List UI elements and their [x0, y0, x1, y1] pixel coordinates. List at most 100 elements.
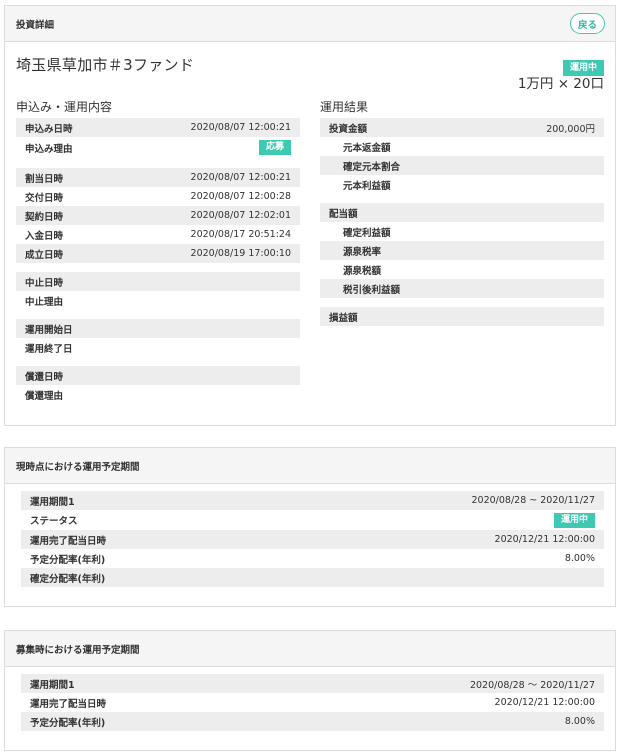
- table-row: 元本返金額: [320, 137, 604, 156]
- card-title: 現時点における運用予定期間: [16, 461, 140, 473]
- table-row: 償還理由: [16, 385, 300, 404]
- row-label: 予定分配率(年利): [30, 717, 106, 729]
- table-row: 予定分配率(年利) 8.00%: [21, 712, 604, 731]
- card-title: 募集時における運用予定期間: [16, 644, 140, 656]
- current-plan-header: 現時点における運用予定期間: [5, 448, 615, 484]
- table-row: 入金日時 2020/08/17 20:51:24: [16, 225, 300, 244]
- row-value: 2020/08/07 12:00:28: [190, 191, 291, 202]
- row-label: 予定分配率(年利): [30, 554, 106, 566]
- row-value: 2020/08/28 ~ 2020/11/27: [471, 495, 595, 506]
- table-row: 契約日時 2020/08/07 12:02:01: [16, 206, 300, 225]
- row-label: 源泉税率: [343, 246, 382, 258]
- table-row: 確定利益額: [320, 222, 604, 241]
- table-row: 予定分配率(年利) 8.00%: [21, 549, 604, 568]
- back-button[interactable]: 戻る: [569, 13, 605, 34]
- table-row: 中止理由: [16, 291, 300, 310]
- units-text: 1万円 × 20口: [517, 76, 604, 92]
- table-row: 配当額: [320, 203, 604, 222]
- table-row: 運用終了日: [16, 338, 300, 357]
- row-label: 運用完了配当日時: [30, 698, 107, 710]
- row-value: 2020/08/07 12:00:21: [190, 122, 291, 133]
- row-value: 2020/08/19 17:00:10: [190, 248, 291, 259]
- row-label: 確定元本割合: [343, 161, 401, 173]
- table-row: 交付日時 2020/08/07 12:00:28: [16, 187, 300, 206]
- recruit-plan-card: 募集時における運用予定期間 運用期間1 2020/08/28 〜 2020/11…: [4, 630, 616, 751]
- row-value: 2020/08/17 20:51:24: [190, 229, 291, 240]
- result-table: 投資金額 200,000円 元本返金額 確定元本割合 元本利益額 配当額 確定利…: [320, 118, 604, 326]
- table-row: 運用期間1 2020/08/28 ~ 2020/11/27: [21, 491, 604, 510]
- row-value: 2020/08/28 〜 2020/11/27: [469, 679, 595, 691]
- row-label: 元本利益額: [343, 180, 391, 192]
- table-row: 税引後利益額: [320, 279, 604, 298]
- reason-badge: 応募: [258, 140, 291, 155]
- row-label: 配当額: [329, 208, 358, 220]
- investment-detail-card: 投資詳細 戻る 埼玉県草加市＃3ファンド 運用中 1万円 × 20口 申込み・運…: [4, 5, 616, 426]
- table-row: 運用開始日: [16, 319, 300, 338]
- status-badge: 運用中: [553, 512, 595, 528]
- row-label: 確定分配率(年利): [30, 573, 106, 585]
- table-row: 源泉税率: [320, 241, 604, 260]
- row-label: 償還理由: [25, 390, 64, 402]
- row-value: 2020/12/21 12:00:00: [494, 697, 595, 708]
- row-label: 源泉税額: [343, 265, 382, 277]
- row-value: 2020/08/07 12:02:01: [190, 210, 291, 221]
- row-label: 運用完了配当日時: [30, 535, 107, 547]
- table-row: 投資金額 200,000円: [320, 118, 604, 137]
- row-label: ステータス: [30, 516, 78, 527]
- table-row: 確定分配率(年利): [21, 568, 604, 587]
- row-label: 税引後利益額: [343, 284, 401, 296]
- table-row: 損益額: [320, 307, 604, 326]
- recruit-plan-header: 募集時における運用予定期間: [5, 631, 615, 667]
- row-label: 申込み理由: [25, 143, 73, 155]
- current-plan-table: 運用期間1 2020/08/28 ~ 2020/11/27 ステータス 運用中 …: [21, 491, 604, 587]
- row-label: 中止理由: [25, 296, 64, 308]
- row-value: 2020/12/21 12:00:00: [494, 534, 595, 545]
- table-row: 運用完了配当日時 2020/12/21 12:00:00: [21, 530, 604, 549]
- table-row: 申込み理由 応募: [16, 137, 300, 158]
- row-label: 運用開始日: [25, 324, 73, 336]
- row-label: 損益額: [329, 312, 358, 324]
- table-row: 元本利益額: [320, 175, 604, 194]
- row-value: 8.00%: [564, 553, 595, 564]
- row-label: 入金日時: [25, 230, 64, 242]
- application-section-title: 申込み・運用内容: [16, 100, 113, 114]
- row-label: 運用期間1: [30, 496, 75, 508]
- table-row: 源泉税額: [320, 260, 604, 279]
- row-label: 申込み日時: [25, 123, 73, 135]
- row-label: 成立日時: [25, 249, 64, 261]
- row-label: 交付日時: [25, 192, 64, 204]
- table-row: 確定元本割合: [320, 156, 604, 175]
- row-label: 契約日時: [25, 211, 64, 223]
- row-value: 200,000円: [546, 123, 595, 135]
- table-row: 成立日時 2020/08/19 17:00:10: [16, 244, 300, 263]
- investment-detail-header: 投資詳細 戻る: [5, 6, 615, 42]
- row-label: 元本返金額: [343, 142, 391, 154]
- fund-name: 埼玉県草加市＃3ファンド: [16, 56, 195, 74]
- row-label: 割当日時: [25, 173, 64, 185]
- table-row: ステータス 運用中: [21, 510, 604, 530]
- row-label: 運用終了日: [25, 343, 73, 355]
- table-row: 中止日時: [16, 272, 300, 291]
- row-label: 投資金額: [329, 123, 368, 135]
- table-row: 申込み日時 2020/08/07 12:00:21: [16, 118, 300, 137]
- table-row: 運用完了配当日時 2020/12/21 12:00:00: [21, 693, 604, 712]
- table-row: 償還日時: [16, 366, 300, 385]
- result-section-title: 運用結果: [320, 100, 369, 114]
- recruit-plan-table: 運用期間1 2020/08/28 〜 2020/11/27 運用完了配当日時 2…: [21, 674, 604, 731]
- row-label: 償還日時: [25, 371, 64, 383]
- current-plan-card: 現時点における運用予定期間 運用期間1 2020/08/28 ~ 2020/11…: [4, 447, 616, 607]
- row-label: 運用期間1: [30, 679, 75, 691]
- table-row: 割当日時 2020/08/07 12:00:21: [16, 168, 300, 187]
- row-value: 2020/08/07 12:00:21: [190, 172, 291, 183]
- table-row: 運用期間1 2020/08/28 〜 2020/11/27: [21, 674, 604, 693]
- row-label: 中止日時: [25, 277, 64, 289]
- application-table: 申込み日時 2020/08/07 12:00:21 申込み理由 応募 割当日時 …: [16, 118, 300, 404]
- card-title: 投資詳細: [16, 19, 55, 31]
- row-value: 8.00%: [564, 716, 595, 727]
